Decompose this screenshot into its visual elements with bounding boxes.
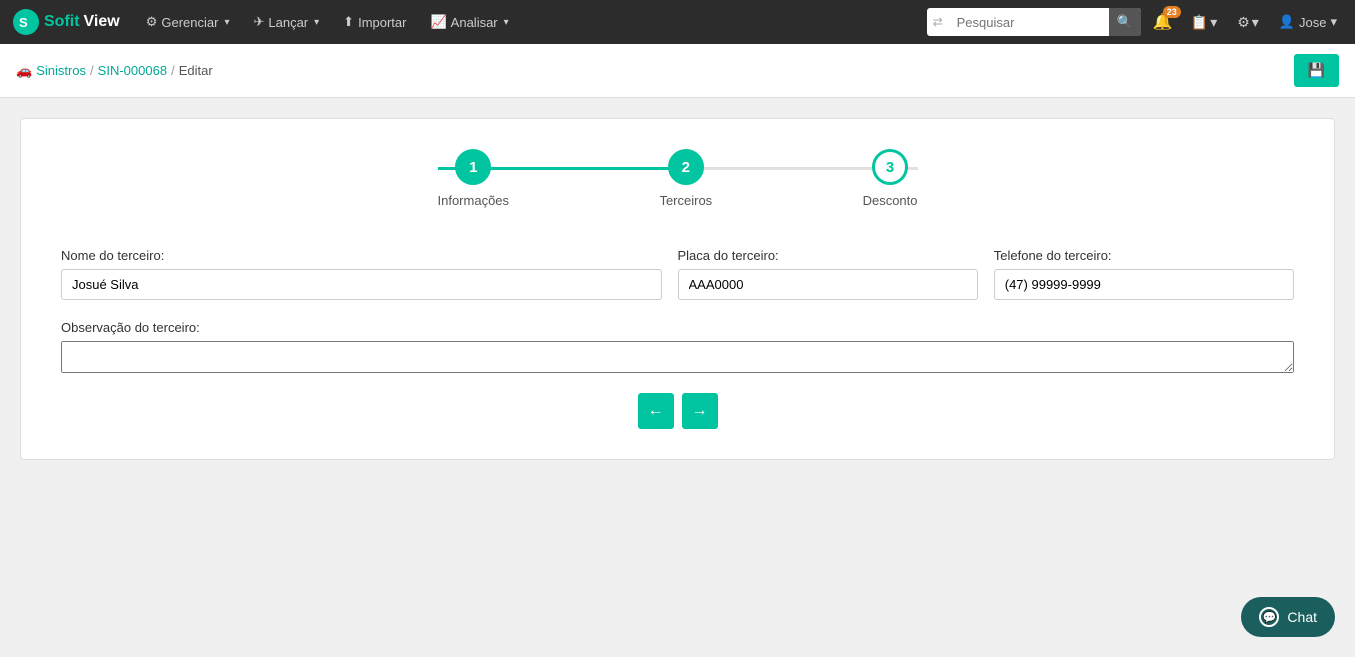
breadcrumb-bar: 🚗 Sinistros / SIN-000068 / Editar 💾 [0,44,1355,98]
step-1-number: 1 [469,159,477,176]
launch-icon: ✈ [253,14,264,30]
obs-label: Observação do terceiro: [61,320,1294,335]
chevron-down-icon: ▾ [314,17,319,28]
brand-icon: S [12,8,40,36]
documents-button[interactable]: 📋 ▾ [1185,10,1223,35]
brand-sofit: Sofit [44,13,80,31]
step-3-label: Desconto [863,193,918,208]
step-3-number: 3 [886,159,894,176]
form-row-1: Nome do terceiro: Placa do terceiro: Tel… [61,248,1294,300]
telefone-field-group: Telefone do terceiro: [994,248,1294,300]
form-card: 1 Informações 2 Terceiros 3 Desconto [20,118,1335,460]
save-button[interactable]: 💾 [1294,54,1339,87]
settings-button[interactable]: ⚙ ▾ [1231,10,1265,35]
breadcrumb-current: Editar [179,63,213,78]
step-1-circle: 1 [455,149,491,185]
form-navigation: ← → [61,393,1294,429]
step-1-label: Informações [438,193,510,208]
chart-icon: 📈 [430,14,446,30]
step-3[interactable]: 3 Desconto [863,149,918,208]
transfer-icon: ⇄ [927,15,949,29]
forward-arrow-icon: → [692,402,708,420]
breadcrumb-sep-2: / [171,63,175,78]
chat-label: Chat [1287,609,1317,625]
search-box: ⇄ 🔍 [927,8,1141,36]
chevron-down-icon: ▾ [1252,14,1259,31]
breadcrumb: 🚗 Sinistros / SIN-000068 / Editar [16,63,213,79]
brand-view: View [84,13,120,31]
nav-importar[interactable]: ⬆ Importar [333,0,416,44]
step-2[interactable]: 2 Terceiros [659,149,712,208]
step-3-circle: 3 [872,149,908,185]
chevron-down-icon: ▾ [1210,14,1217,31]
breadcrumb-sinistros-link[interactable]: Sinistros [36,63,86,78]
back-arrow-icon: ← [648,402,664,420]
breadcrumb-sep-1: / [90,63,94,78]
breadcrumb-sin-link[interactable]: SIN-000068 [98,63,167,78]
save-icon: 💾 [1308,62,1325,78]
nav-analisar-label: Analisar [451,15,498,30]
user-menu-button[interactable]: 👤 Jose ▾ [1273,10,1343,34]
gear-icon: ⚙ [146,14,158,30]
navbar-right: ⇄ 🔍 🔔 23 📋 ▾ ⚙ ▾ 👤 Jose ▾ [927,8,1343,36]
nome-label: Nome do terceiro: [61,248,662,263]
telefone-label: Telefone do terceiro: [994,248,1294,263]
svg-text:S: S [19,15,28,30]
search-button[interactable]: 🔍 [1109,8,1141,36]
chevron-down-icon: ▾ [224,17,229,28]
placa-label: Placa do terceiro: [678,248,978,263]
nome-input[interactable] [61,269,662,300]
nav-lancar[interactable]: ✈ Lançar ▾ [243,0,329,44]
nav-importar-label: Importar [358,15,406,30]
placa-field-group: Placa do terceiro: [678,248,978,300]
nav-gerenciar[interactable]: ⚙ Gerenciar ▾ [136,0,240,44]
notification-button[interactable]: 🔔 23 [1149,8,1177,36]
brand-logo-area[interactable]: S Sofit View [12,8,120,36]
user-name-label: Jose [1299,15,1326,30]
step-2-circle: 2 [668,149,704,185]
step-1[interactable]: 1 Informações [438,149,510,208]
back-button[interactable]: ← [638,393,674,429]
nav-gerenciar-label: Gerenciar [161,15,218,30]
car-icon: 🚗 [16,63,32,79]
search-input[interactable] [949,8,1109,36]
navbar: S Sofit View ⚙ Gerenciar ▾ ✈ Lançar ▾ ⬆ … [0,0,1355,44]
chat-button[interactable]: 💬 Chat [1241,597,1335,637]
obs-field-group: Observação do terceiro: [61,320,1294,373]
placa-input[interactable] [678,269,978,300]
chevron-down-icon: ▾ [1330,14,1337,30]
step-2-number: 2 [682,159,690,176]
obs-textarea[interactable] [61,341,1294,373]
step-2-label: Terceiros [659,193,712,208]
nav-analisar[interactable]: 📈 Analisar ▾ [420,0,518,44]
chevron-down-icon: ▾ [504,17,509,28]
stepper-steps: 1 Informações 2 Terceiros 3 Desconto [438,149,918,208]
telefone-input[interactable] [994,269,1294,300]
main-content: 1 Informações 2 Terceiros 3 Desconto [0,98,1355,480]
forward-button[interactable]: → [682,393,718,429]
nav-lancar-label: Lançar [268,15,308,30]
notification-badge: 23 [1163,6,1181,18]
import-icon: ⬆ [343,14,354,30]
chat-icon: 💬 [1259,607,1279,627]
nome-field-group: Nome do terceiro: [61,248,662,300]
user-icon: 👤 [1279,14,1295,30]
stepper: 1 Informações 2 Terceiros 3 Desconto [61,149,1294,208]
